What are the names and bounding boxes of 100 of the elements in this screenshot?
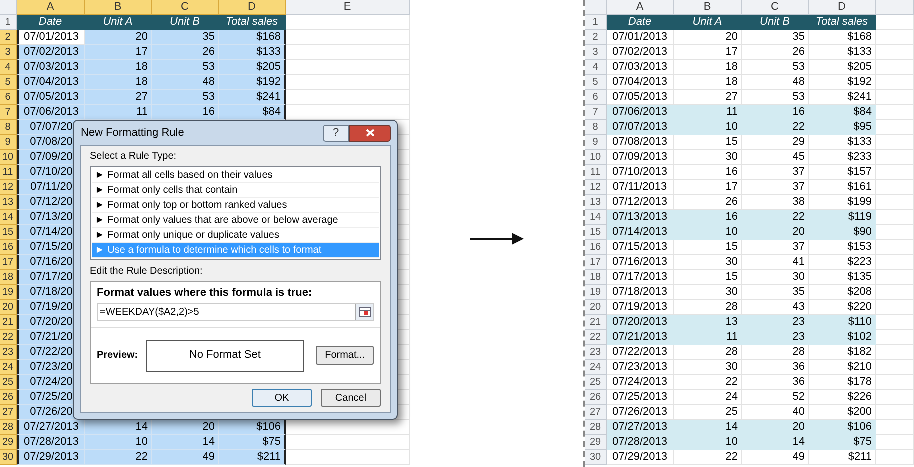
row-header[interactable]: 27 bbox=[585, 405, 607, 420]
row-header[interactable]: 1 bbox=[0, 15, 17, 30]
row-header[interactable]: 16 bbox=[0, 240, 17, 255]
table-cell: 15 bbox=[674, 240, 742, 255]
cancel-button[interactable]: Cancel bbox=[321, 389, 381, 407]
table-cell: 30 bbox=[674, 255, 742, 270]
table-cell: 38 bbox=[742, 195, 809, 210]
table-cell: 07/12/2013 bbox=[607, 195, 674, 210]
header-cell: Unit B bbox=[742, 15, 809, 30]
row-header[interactable]: 8 bbox=[0, 120, 17, 135]
list-item[interactable]: ► Format only top or bottom ranked values bbox=[92, 198, 379, 213]
corner-header[interactable] bbox=[0, 0, 17, 15]
column-header[interactable]: E bbox=[286, 0, 410, 15]
table-cell: 07/04/2013 bbox=[607, 75, 674, 90]
table-cell: 18 bbox=[85, 60, 152, 75]
row-header[interactable]: 17 bbox=[0, 255, 17, 270]
column-header[interactable]: C bbox=[742, 0, 809, 15]
table-cell: $182 bbox=[809, 345, 876, 360]
row-header[interactable]: 3 bbox=[0, 45, 17, 60]
row-header[interactable]: 11 bbox=[585, 165, 607, 180]
row-header[interactable]: 21 bbox=[0, 315, 17, 330]
row-header[interactable]: 4 bbox=[585, 60, 607, 75]
row-header[interactable]: 6 bbox=[0, 90, 17, 105]
row-header[interactable]: 29 bbox=[0, 435, 17, 450]
row-header[interactable]: 19 bbox=[0, 285, 17, 300]
formula-field[interactable]: =WEEKDAY($A2,2)>5 bbox=[97, 303, 374, 321]
row-header[interactable]: 4 bbox=[0, 60, 17, 75]
table-cell: 22 bbox=[742, 210, 809, 225]
table-cell: 20 bbox=[152, 420, 219, 435]
format-button[interactable]: Format... bbox=[316, 346, 374, 365]
column-header[interactable]: D bbox=[219, 0, 286, 15]
row-header[interactable]: 24 bbox=[585, 360, 607, 375]
list-item[interactable]: ► Format only cells that contain bbox=[92, 183, 379, 198]
row-header[interactable]: 21 bbox=[585, 315, 607, 330]
corner-header[interactable] bbox=[585, 0, 607, 15]
row-header[interactable]: 30 bbox=[0, 450, 17, 465]
row-header[interactable]: 3 bbox=[585, 45, 607, 60]
row-header[interactable]: 25 bbox=[0, 375, 17, 390]
row-header[interactable]: 28 bbox=[0, 420, 17, 435]
row-header[interactable]: 8 bbox=[585, 120, 607, 135]
row-header[interactable]: 23 bbox=[0, 345, 17, 360]
row-header[interactable]: 11 bbox=[0, 165, 17, 180]
table-cell: $205 bbox=[219, 60, 286, 75]
row-header[interactable]: 18 bbox=[585, 270, 607, 285]
row-header[interactable]: 9 bbox=[585, 135, 607, 150]
row-header[interactable]: 1 bbox=[585, 15, 607, 30]
row-header[interactable]: 5 bbox=[0, 75, 17, 90]
row-header[interactable]: 7 bbox=[585, 105, 607, 120]
row-header[interactable]: 28 bbox=[585, 420, 607, 435]
ok-button[interactable]: OK bbox=[252, 389, 312, 407]
row-header[interactable]: 18 bbox=[0, 270, 17, 285]
row-header[interactable]: 26 bbox=[0, 390, 17, 405]
row-header[interactable]: 5 bbox=[585, 75, 607, 90]
row-header[interactable]: 22 bbox=[585, 330, 607, 345]
row-header[interactable]: 10 bbox=[585, 150, 607, 165]
row-header[interactable]: 13 bbox=[0, 195, 17, 210]
row-header[interactable]: 15 bbox=[585, 225, 607, 240]
table-cell: 13 bbox=[674, 315, 742, 330]
row-header[interactable]: 9 bbox=[0, 135, 17, 150]
table-cell: 29 bbox=[742, 135, 809, 150]
range-picker-button[interactable] bbox=[355, 304, 373, 320]
row-header[interactable]: 6 bbox=[585, 90, 607, 105]
row-header[interactable]: 7 bbox=[0, 105, 17, 120]
row-header[interactable]: 25 bbox=[585, 375, 607, 390]
list-item[interactable]: ► Format only values that are above or below average bbox=[92, 213, 379, 228]
row-header[interactable]: 19 bbox=[585, 285, 607, 300]
row-header[interactable]: 15 bbox=[0, 225, 17, 240]
row-header[interactable]: 20 bbox=[0, 300, 17, 315]
column-header[interactable] bbox=[876, 0, 914, 15]
row-header[interactable]: 27 bbox=[0, 405, 17, 420]
column-header[interactable]: A bbox=[607, 0, 674, 15]
table-cell: $75 bbox=[219, 435, 286, 450]
row-header[interactable]: 20 bbox=[585, 300, 607, 315]
row-header[interactable]: 12 bbox=[585, 180, 607, 195]
table-cell: 07/19/2013 bbox=[607, 300, 674, 315]
row-header[interactable]: 12 bbox=[0, 180, 17, 195]
row-header[interactable]: 22 bbox=[0, 330, 17, 345]
row-header[interactable]: 2 bbox=[0, 30, 17, 45]
row-header[interactable]: 29 bbox=[585, 435, 607, 450]
column-header[interactable]: C bbox=[152, 0, 219, 15]
table-cell: 14 bbox=[742, 435, 809, 450]
column-header[interactable]: A bbox=[17, 0, 85, 15]
list-item[interactable]: ► Format all cells based on their values bbox=[92, 168, 379, 183]
row-header[interactable]: 24 bbox=[0, 360, 17, 375]
row-header[interactable]: 23 bbox=[585, 345, 607, 360]
column-header[interactable]: B bbox=[85, 0, 152, 15]
row-header[interactable]: 2 bbox=[585, 30, 607, 45]
row-header[interactable]: 26 bbox=[585, 390, 607, 405]
row-header[interactable]: 14 bbox=[585, 210, 607, 225]
row-header[interactable]: 30 bbox=[585, 450, 607, 465]
row-header[interactable]: 14 bbox=[0, 210, 17, 225]
column-header[interactable]: B bbox=[674, 0, 742, 15]
close-button[interactable] bbox=[349, 124, 391, 142]
row-header[interactable]: 17 bbox=[585, 255, 607, 270]
table-cell: 27 bbox=[674, 90, 742, 105]
row-header[interactable]: 10 bbox=[0, 150, 17, 165]
row-header[interactable]: 13 bbox=[585, 195, 607, 210]
column-header[interactable]: D bbox=[809, 0, 876, 15]
row-header[interactable]: 16 bbox=[585, 240, 607, 255]
help-button[interactable]: ? bbox=[323, 124, 349, 142]
